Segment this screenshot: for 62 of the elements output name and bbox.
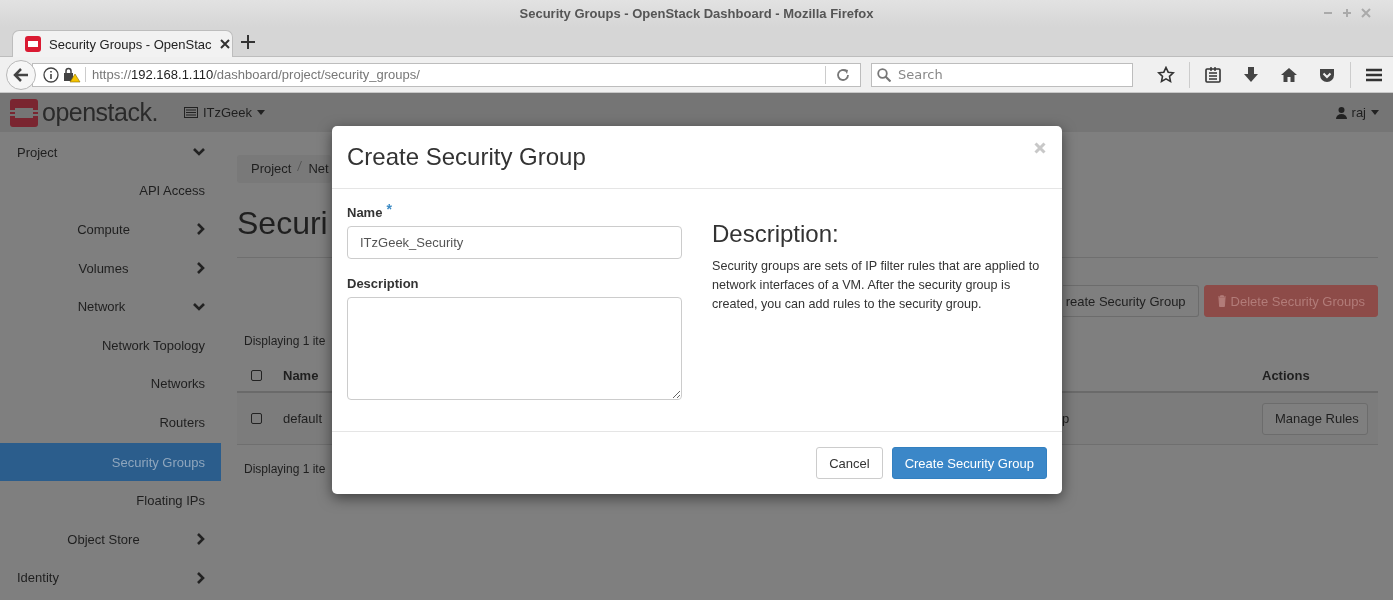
info-icon[interactable]: [43, 66, 59, 83]
project-dropdown[interactable]: ITzGeek: [183, 105, 266, 120]
column-header: Actions: [1261, 368, 1311, 383]
search-icon: [877, 67, 891, 82]
url-text: https://192.168.1.110/dashboard/project/security_groups/: [85, 67, 821, 82]
browser-tab[interactable]: Security Groups - OpenStac: [12, 30, 233, 57]
window-title: Security Groups - OpenStack Dashboard - Mozilla Firefox: [519, 6, 874, 21]
list-icon: [183, 107, 198, 118]
plus-icon[interactable]: [241, 35, 255, 49]
address-field[interactable]: https://192.168.1.110/dashboard/project/security_groups/: [32, 62, 861, 87]
star-icon[interactable]: [1157, 65, 1175, 84]
slash-icon: [297, 161, 303, 171]
tab-title: Security Groups - OpenStac: [49, 36, 212, 52]
sidebar-item[interactable]: Security Groups: [0, 442, 221, 482]
sidebar-item[interactable]: Networks: [0, 364, 221, 404]
sidebar-item[interactable]: Routers: [0, 403, 221, 442]
caret-icon: [257, 110, 266, 115]
sidebar-group[interactable]: Network: [0, 287, 221, 326]
user-menu[interactable]: raj: [1335, 105, 1379, 120]
sidebar-item[interactable]: Floating IPs: [0, 481, 221, 520]
lock-warning-icon[interactable]: [63, 66, 81, 83]
sidebar-group[interactable]: Compute: [0, 210, 221, 249]
download-icon[interactable]: [1242, 65, 1260, 84]
sidebar-item[interactable]: Network Topology: [0, 325, 221, 365]
openstack-icon: [25, 36, 41, 52]
description-field[interactable]: [347, 297, 682, 400]
help-heading: Description:: [712, 220, 840, 248]
back-button[interactable]: [6, 59, 36, 90]
sidebar-item[interactable]: API Access: [0, 171, 221, 211]
user-icon: [1335, 106, 1347, 119]
item-count: Displaying 1 ite: [244, 462, 326, 478]
close-icon[interactable]: [219, 39, 230, 49]
breadcrumb-link[interactable]: Net: [308, 161, 329, 176]
search-field[interactable]: Search: [871, 62, 1133, 87]
field-label: Name: [347, 205, 383, 220]
logo-icon: [10, 98, 38, 127]
help-text: Security groups are sets of IP filter rules that are applied to network interfaces of a VM. After the security group is created, you can add rules to the security group.: [712, 258, 1041, 313]
checkbox[interactable]: [251, 370, 262, 381]
table-cell-text: default: [282, 411, 324, 426]
item-count: Displaying 1 ite: [244, 334, 326, 350]
field-label: Description: [347, 276, 419, 291]
reload-icon[interactable]: [836, 67, 850, 82]
create-button[interactable]: Create Security Group: [891, 447, 1047, 479]
checkbox[interactable]: [251, 413, 262, 424]
table-cell-text: p: [1061, 411, 1071, 426]
sidebar-group[interactable]: Project: [0, 133, 221, 172]
name-field[interactable]: ITzGeek_Security: [347, 226, 682, 259]
arrow-left-icon: [13, 67, 29, 82]
trash-icon: [1216, 295, 1227, 307]
home-icon[interactable]: [1280, 65, 1298, 84]
sidebar-group[interactable]: Object Store: [0, 519, 221, 559]
manage-rules-button[interactable]: Manage Rules: [1262, 402, 1368, 435]
brand-name: openstack.: [42, 98, 158, 127]
caret-icon: [1371, 110, 1379, 115]
breadcrumb-link[interactable]: Project: [251, 161, 292, 176]
cancel-button[interactable]: Cancel: [816, 447, 883, 479]
list-icon[interactable]: [1204, 65, 1222, 84]
sidebar-group[interactable]: Volumes: [0, 248, 221, 288]
create-button[interactable]: reate Security Group: [1062, 285, 1199, 317]
column-header: Name: [282, 368, 320, 383]
dialog-title: Create Security Group: [347, 143, 587, 171]
sidebar-group[interactable]: Identity: [0, 558, 221, 598]
